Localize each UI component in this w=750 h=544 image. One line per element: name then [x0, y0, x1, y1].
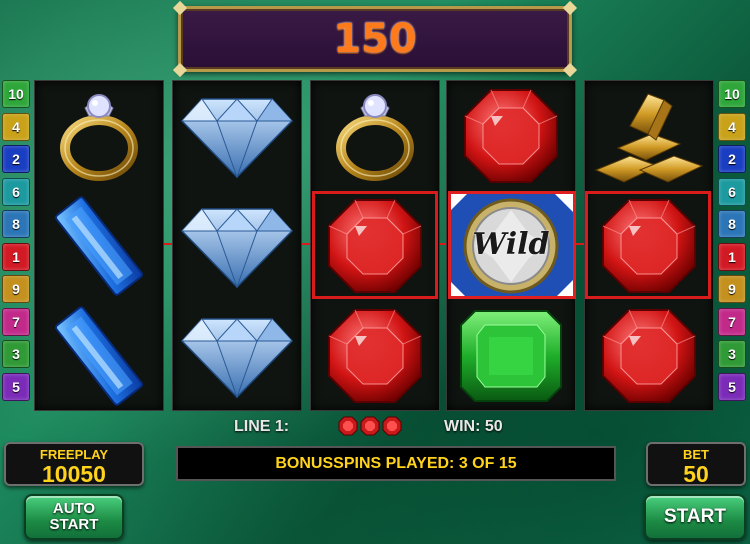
line-button-left[interactable]: 7 — [2, 307, 30, 336]
reel-symbol — [447, 301, 575, 411]
ruby-icon — [328, 309, 422, 403]
win-amount: 150 — [333, 16, 417, 62]
line-button-left[interactable]: 9 — [2, 275, 30, 303]
line-button-left[interactable]: 2 — [2, 145, 30, 173]
bet-label: BET — [683, 447, 709, 462]
line-button-right[interactable]: 9 — [718, 275, 746, 303]
reel-symbol — [35, 301, 163, 411]
ruby-icon — [338, 416, 358, 436]
reel-symbol — [173, 301, 301, 411]
line-button-right[interactable]: 8 — [718, 210, 746, 238]
diamond-icon — [180, 208, 294, 289]
line-button-right[interactable]: 10 — [718, 80, 746, 108]
sapphire-icon — [55, 306, 143, 406]
line-button-left[interactable]: 1 — [2, 242, 30, 271]
start-button[interactable]: START — [644, 494, 746, 540]
freeplay-label: FREEPLAY — [39, 447, 109, 462]
line-button-right[interactable]: 4 — [718, 112, 746, 141]
reel-symbol — [585, 301, 713, 411]
line-button-left[interactable]: 4 — [2, 112, 30, 141]
reel-symbol — [35, 191, 163, 301]
reel-symbol — [447, 81, 575, 191]
reel-symbol — [35, 81, 163, 191]
win-display: 150 — [172, 0, 578, 78]
reel-symbol — [173, 191, 301, 301]
line-button-left[interactable]: 3 — [2, 340, 30, 368]
bet-value: 50 — [683, 461, 709, 487]
freeplay-credit-box: FREEPLAY 10050 — [4, 442, 144, 486]
line-label: LINE 1: — [234, 418, 290, 435]
diamond-icon — [180, 98, 294, 179]
line-button-right[interactable]: 1 — [718, 242, 746, 271]
line-symbols — [338, 416, 402, 436]
line-button-right[interactable]: 3 — [718, 340, 746, 368]
win-highlight — [585, 191, 711, 299]
line-button-right[interactable]: 2 — [718, 145, 746, 173]
reel-symbol — [311, 301, 439, 411]
ruby-icon — [360, 416, 380, 436]
win-highlight — [312, 191, 438, 299]
reel-symbol — [173, 81, 301, 191]
sapphire-icon — [55, 196, 143, 296]
freeplay-value: 10050 — [42, 461, 106, 487]
ruby-icon — [602, 309, 696, 403]
reel — [172, 80, 302, 411]
ruby-icon — [464, 89, 558, 183]
line-button-right[interactable]: 7 — [718, 307, 746, 336]
line-numbers-right: 10 4 2 6 8 1 9 7 3 5 — [718, 80, 746, 405]
emerald-icon — [460, 310, 562, 402]
line-button-left[interactable]: 6 — [2, 177, 30, 206]
ruby-icon — [382, 416, 402, 436]
bet-box[interactable]: BET 50 — [646, 442, 746, 486]
reel — [34, 80, 164, 411]
line-button-left[interactable]: 5 — [2, 372, 30, 401]
win-label: WIN: 50 — [444, 418, 503, 435]
bonus-spins-text: BONUSSPINS PLAYED: 3 OF 15 — [275, 454, 517, 472]
line-button-right[interactable]: 6 — [718, 177, 746, 206]
ring-icon — [336, 94, 414, 181]
auto-start-button[interactable]: AUTO START — [24, 494, 124, 540]
line-button-right[interactable]: 5 — [718, 372, 746, 401]
line-numbers-left: 10 4 2 6 8 1 9 7 3 5 — [2, 80, 30, 405]
line-button-left[interactable]: 10 — [2, 80, 30, 108]
bonus-spins-bar: BONUSSPINS PLAYED: 3 OF 15 — [176, 446, 616, 481]
reel-symbol — [585, 81, 713, 191]
line-button-left[interactable]: 8 — [2, 210, 30, 238]
ring-icon — [60, 94, 138, 181]
gold-bars-icon — [594, 93, 704, 183]
diamond-icon — [180, 318, 294, 399]
reel-symbol — [311, 81, 439, 191]
win-highlight — [448, 191, 576, 299]
